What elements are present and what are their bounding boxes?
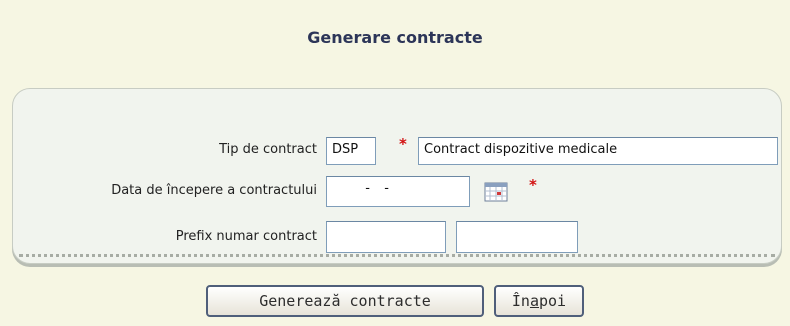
generate-contracts-page: Generare contracte Tip de contract DSP *…	[0, 0, 790, 326]
contract-prefix-label: Prefix numar contract	[175, 229, 317, 244]
start-date-label: Data de începere a contractului	[111, 183, 317, 198]
calendar-icon[interactable]	[484, 182, 508, 202]
contract-prefix-input-2[interactable]	[456, 221, 578, 253]
contract-type-description-input[interactable]: Contract dispozitive medicale	[418, 137, 778, 165]
contract-type-required-marker: *	[399, 135, 407, 153]
start-date-required-marker: *	[529, 176, 537, 194]
contract-type-label: Tip de contract	[219, 142, 317, 157]
start-date-input[interactable]: - -	[326, 176, 470, 207]
page-title: Generare contracte	[307, 28, 483, 47]
back-button-label: Înapoi	[511, 292, 567, 310]
contract-type-code-input[interactable]: DSP	[326, 137, 376, 165]
back-button[interactable]: Înapoi	[494, 285, 584, 317]
contract-prefix-input-1[interactable]	[326, 221, 446, 253]
generate-contracts-button[interactable]: Generează contracte	[206, 285, 484, 317]
